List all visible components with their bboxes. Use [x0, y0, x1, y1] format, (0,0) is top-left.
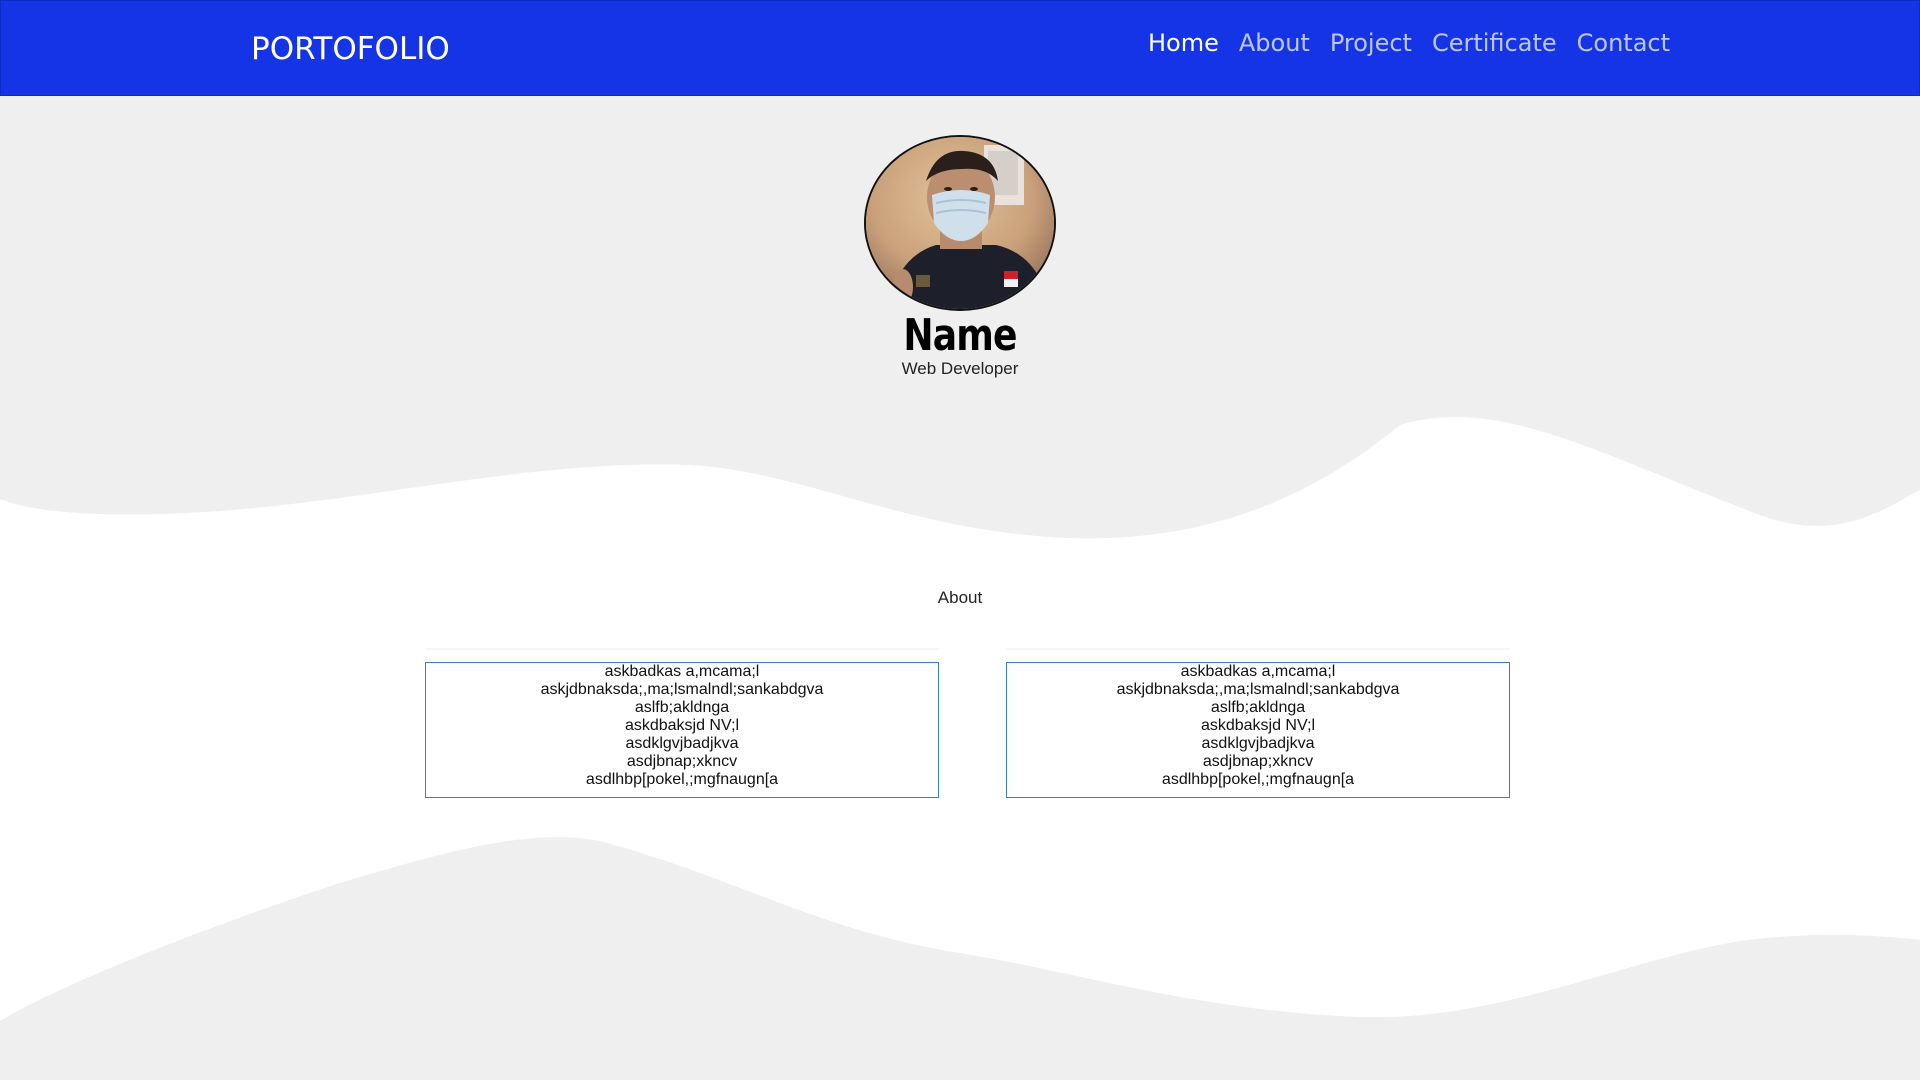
card-text-line: asdlhbp[pokel,;mgfnaugn[a [1161, 771, 1355, 788]
card-text-line: asdjbnap;xkncv [626, 753, 738, 770]
nav-link-about[interactable]: About [1239, 29, 1310, 57]
brand-logo[interactable]: PORTOFOLIO [251, 31, 450, 67]
bottom-wave-divider [0, 835, 1920, 1080]
nav-link-certificate[interactable]: Certificate [1432, 29, 1557, 57]
card-text-line: askjdbnaksda;,ma;lsmalndl;sankabdgva [1116, 681, 1400, 698]
about-card: askbadkas a,mcama;l askjdbnaksda;,ma;lsm… [425, 662, 939, 798]
nav-link-home[interactable]: Home [1148, 29, 1219, 57]
nav-link-contact[interactable]: Contact [1577, 29, 1670, 57]
card-text-line: asdklgvjbadjkva [1201, 735, 1315, 752]
card-text-line: askbadkas a,mcama;l [604, 663, 760, 680]
card-text-line: asdjbnap;xkncv [1202, 753, 1314, 770]
about-card: askbadkas a,mcama;l askjdbnaksda;,ma;lsm… [1006, 662, 1510, 798]
about-heading: About [937, 588, 983, 607]
card-text-line: asdlhbp[pokel,;mgfnaugn[a [585, 771, 779, 788]
page: PORTOFOLIO Home About Project Certificat… [0, 0, 1920, 1080]
card-text-line: askdbaksjd NV;l [624, 717, 740, 734]
card-text-line: asdklgvjbadjkva [625, 735, 739, 752]
card-text-line: askdbaksjd NV;l [1200, 717, 1316, 734]
top-wave-divider [0, 417, 1920, 545]
card-text-line: aslfb;akldnga [634, 699, 730, 716]
hero-section: Name Web Developer [0, 96, 1920, 426]
card-divider [425, 648, 939, 650]
card-text-line: askjdbnaksda;,ma;lsmalndl;sankabdgva [540, 681, 824, 698]
avatar [864, 135, 1056, 311]
card-divider [1006, 648, 1510, 650]
profile-name: Name [903, 310, 1017, 361]
card-text-line: aslfb;akldnga [1210, 699, 1306, 716]
card-text-line: askbadkas a,mcama;l [1180, 663, 1336, 680]
profile-photo-icon [866, 137, 1054, 309]
navbar: PORTOFOLIO Home About Project Certificat… [0, 0, 1920, 96]
nav-menu: Home About Project Certificate Contact [1148, 29, 1670, 57]
nav-link-project[interactable]: Project [1330, 29, 1412, 57]
profile-role: Web Developer [901, 359, 1019, 378]
